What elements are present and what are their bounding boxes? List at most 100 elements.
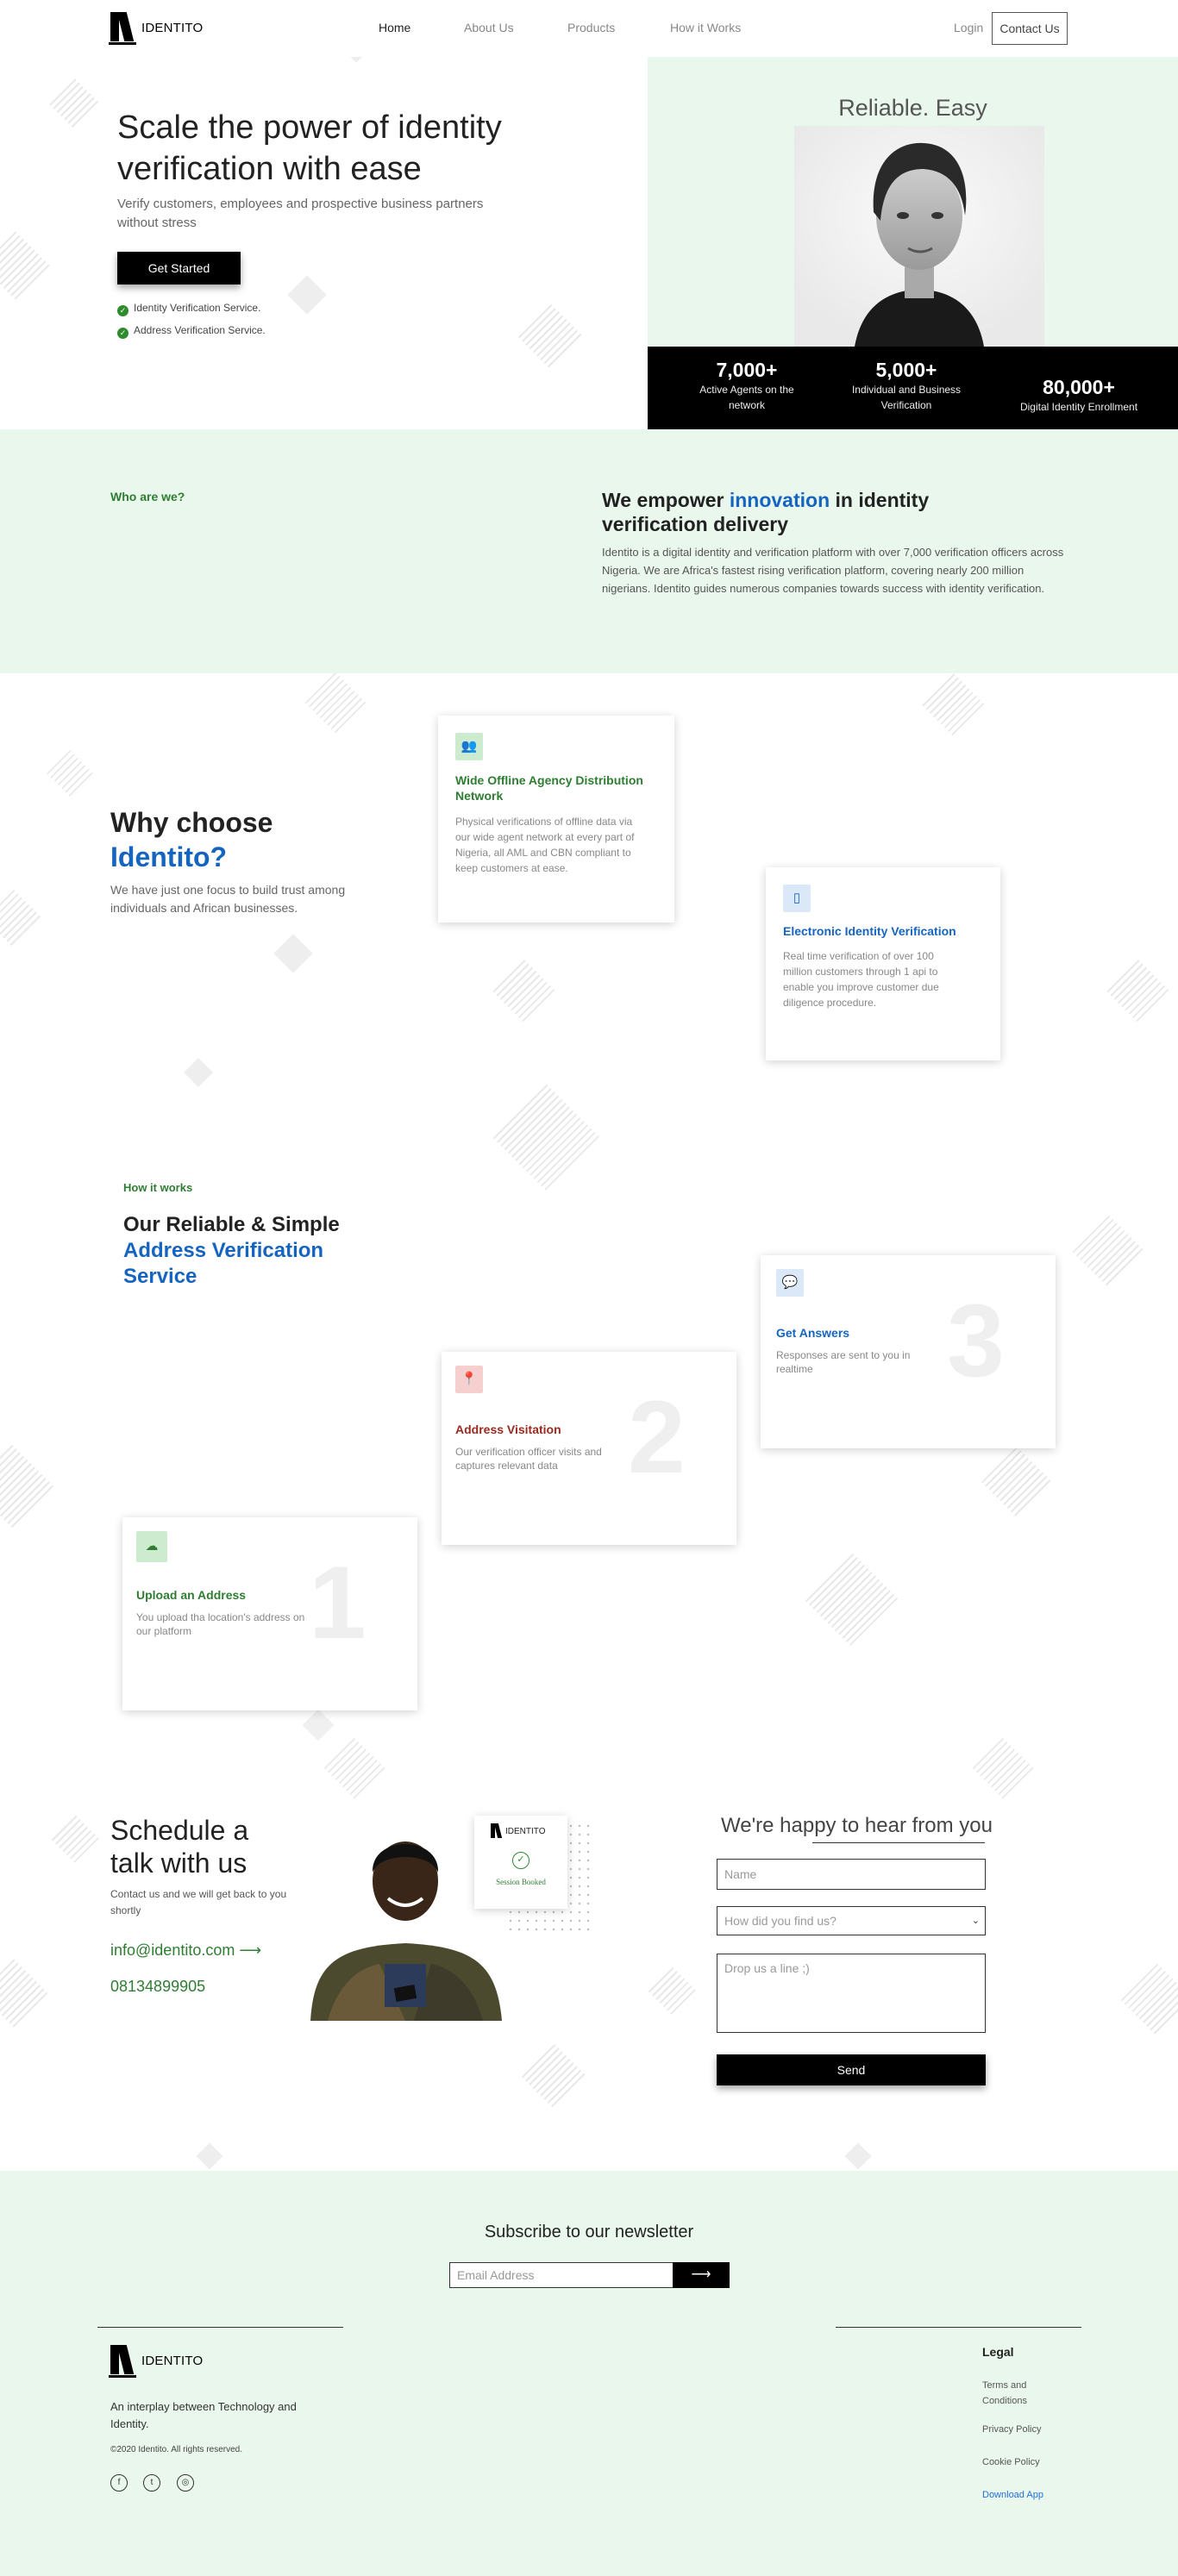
about-section: Who are we? We empower innovation in ide… (0, 429, 1178, 673)
select-value: How did you find us? (724, 1914, 837, 1928)
terms-link[interactable]: Terms and Conditions (982, 2378, 1051, 2409)
stat-agents: 7,000+ Active Agents on the network (682, 359, 811, 413)
stat-value: 80,000+ (1043, 376, 1115, 398)
decorative-diamond (196, 2142, 223, 2170)
step-card-1: 1 ☁ Upload an Address You upload tha loc… (122, 1517, 417, 1710)
how-title-accent: Address Verification (123, 1239, 324, 1262)
about-heading-text: We empower (602, 489, 730, 511)
legal-title: Legal (982, 2345, 1014, 2359)
about-heading: We empower innovation in identity verifi… (602, 488, 964, 536)
decorative-diamond (648, 1966, 698, 2016)
email-text[interactable]: info@identito.com (110, 1941, 235, 1959)
schedule-body: Contact us and we will get back to you s… (110, 1888, 287, 1916)
logo-mark-icon (109, 2343, 138, 2378)
twitter-icon[interactable]: t (143, 2474, 160, 2492)
hero-image-panel: Reliable. Easy (648, 57, 1178, 347)
phone-icon: ▯ (783, 885, 811, 912)
login-link[interactable]: Login (954, 21, 983, 34)
schedule-title-line: talk with us (110, 1848, 248, 1879)
nav-link-how-it-works[interactable]: How it Works (670, 21, 741, 34)
step-body: You upload tha location's address on our… (136, 1611, 305, 1637)
feature-card-body: Real time verification of over 100 milli… (783, 950, 939, 1009)
get-started-button[interactable]: Get Started (117, 252, 241, 284)
nav-link-home[interactable]: Home (379, 21, 410, 34)
feature-card-offline: 👥 Wide Offline Agency Distribution Netwo… (438, 716, 674, 922)
stat-value: 5,000+ (875, 359, 937, 381)
why-title: Why choose Identito? (110, 805, 273, 874)
decorative-diamond (844, 2142, 872, 2170)
phone-link[interactable]: 08134899905 (110, 1978, 205, 1996)
message-textarea[interactable]: Drop us a line ;) (717, 1954, 986, 2033)
check-item-label: Identity Verification Service. (134, 302, 261, 314)
logo-text: IDENTITO (141, 2353, 204, 2368)
people-icon: 👥 (455, 733, 483, 760)
logo-mark-icon (109, 10, 138, 45)
stat-label: Individual and Business Verification (851, 384, 962, 411)
logo-text: IDENTITO (141, 20, 204, 35)
privacy-link[interactable]: Privacy Policy (982, 2424, 1041, 2435)
check-icon: ✓ (117, 328, 128, 339)
step-number: 1 (309, 1545, 367, 1660)
instagram-icon[interactable]: ◎ (177, 2474, 194, 2492)
top-nav: IDENTITO Home About Us Products How it W… (0, 0, 1178, 57)
step-body: Responses are sent to you in realtime (776, 1349, 911, 1375)
check-item: ✓ Identity Verification Service. (117, 302, 260, 316)
form-heading-underline (812, 1842, 985, 1843)
decorative-diamond (922, 673, 986, 737)
decorative-diamond (0, 890, 43, 948)
session-booked-badge: IDENTITO ✓ Session Booked (474, 1816, 567, 1909)
email-link[interactable]: info@identito.com ⟶ (110, 1941, 261, 1960)
step-title: Address Visitation (455, 1422, 561, 1436)
decorative-diamond (184, 1058, 213, 1087)
why-body: We have just one focus to build trust am… (110, 883, 346, 915)
footer-logo[interactable]: IDENTITO (109, 2343, 203, 2378)
hero-subtitle: Verify customers, employees and prospect… (117, 197, 484, 230)
step-number: 2 (628, 1379, 686, 1495)
decorative-diamond (51, 1815, 101, 1865)
decorative-diamond (0, 1959, 48, 2028)
check-item-label: Address Verification Service. (134, 324, 266, 336)
decorative-diamond (1106, 960, 1170, 1023)
facebook-icon[interactable]: f (110, 2474, 128, 2492)
decorative-diamond (805, 1553, 901, 1649)
cookie-link[interactable]: Cookie Policy (982, 2457, 1040, 2467)
step-title: Upload an Address (136, 1588, 247, 1602)
chat-icon: 💬 (776, 1269, 804, 1297)
schedule-title-line: Schedule a (110, 1815, 249, 1846)
newsletter-submit-button[interactable]: ⟶ (673, 2262, 730, 2288)
why-title-line: Why choose (110, 807, 273, 838)
arrow-right-icon: ⟶ (239, 1941, 262, 1959)
newsletter-email-input[interactable]: Email Address (449, 2262, 674, 2288)
schedule-title: Schedule a talk with us (110, 1814, 248, 1879)
why-title-accent: Identito? (110, 841, 228, 872)
brand-logo[interactable]: IDENTITO (109, 10, 203, 45)
decorative-diamond (47, 750, 93, 797)
nav-link-about[interactable]: About Us (464, 21, 514, 34)
source-select[interactable]: How did you find us? ⌄ (717, 1906, 986, 1935)
decorative-diamond (287, 275, 327, 315)
check-circle-icon: ✓ (512, 1852, 529, 1869)
contact-us-button[interactable]: Contact Us (992, 12, 1068, 45)
form-heading: We're happy to hear from you (721, 1814, 993, 1837)
how-title-accent: Service (123, 1265, 197, 1288)
decorative-diamond (1120, 1963, 1178, 2037)
how-title-line: Our Reliable & Simple (123, 1213, 340, 1236)
step-title: Get Answers (776, 1326, 850, 1340)
decorative-diamond (492, 1084, 601, 1192)
check-item: ✓ Address Verification Service. (117, 324, 266, 339)
how-eyebrow: How it works (123, 1181, 193, 1194)
footer-tagline: An interplay between Technology and Iden… (110, 2400, 297, 2430)
logo-mark-icon (490, 1823, 504, 1840)
name-input[interactable]: Name (717, 1859, 986, 1890)
decorative-diamond (323, 1737, 385, 1799)
download-app-link[interactable]: Download App (982, 2490, 1043, 2500)
decorative-diamond (273, 934, 313, 973)
step-number: 3 (947, 1283, 1005, 1398)
feature-card-title: Wide Offline Agency Distribution Network (455, 773, 643, 803)
step-card-2: 2 📍 Address Visitation Our verification … (442, 1352, 736, 1545)
feature-card-electronic: ▯ Electronic Identity Verification Real … (766, 867, 1000, 1060)
send-button[interactable]: Send (717, 2054, 986, 2085)
nav-link-products[interactable]: Products (567, 21, 615, 34)
footer-divider (97, 2327, 343, 2328)
badge-logo-text: IDENTITO (505, 1826, 546, 1836)
